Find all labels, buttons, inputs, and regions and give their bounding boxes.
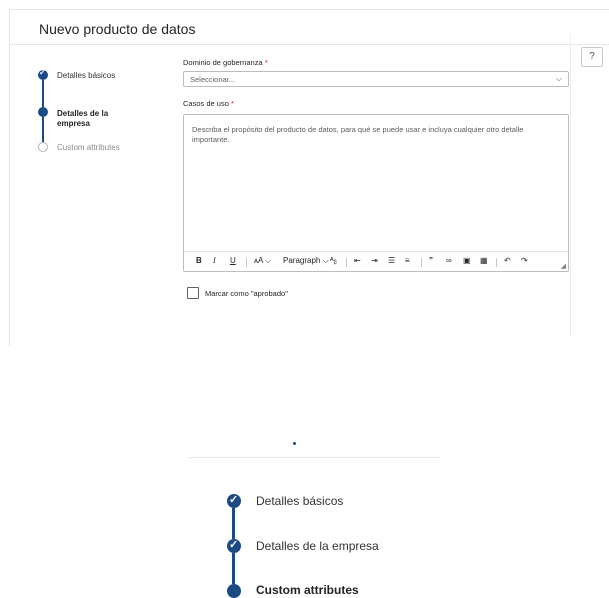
zoom-step-custom-attributes[interactable]: Custom attributes xyxy=(256,583,359,597)
use-cases-editor[interactable]: Describa el propósito del producto de da… xyxy=(183,114,569,272)
approved-checkbox-label: Marcar como "aprobado" xyxy=(205,289,288,298)
panel-header: Nuevo producto de datos xyxy=(10,10,609,45)
numbered-list-icon[interactable]: ≡ xyxy=(405,256,410,265)
outdent-icon[interactable]: ⇤ xyxy=(354,256,361,265)
toolbar-separator xyxy=(421,258,422,267)
approved-checkbox[interactable] xyxy=(187,287,199,299)
checkmark-icon: ✓ xyxy=(38,68,48,80)
step-business-details[interactable]: Detalles de la empresa xyxy=(57,109,127,129)
use-cases-label: Casos de uso * xyxy=(183,99,234,108)
indent-icon[interactable]: ⇥ xyxy=(371,256,378,265)
select-value: Seleccionar... xyxy=(190,75,236,84)
highlight-button[interactable]: ᴬᵦ xyxy=(330,256,337,265)
pending-step-icon xyxy=(38,142,48,152)
required-mark: * xyxy=(264,58,268,67)
step-connector xyxy=(42,117,44,142)
required-mark: * xyxy=(230,99,234,108)
undo-icon[interactable]: ↶ xyxy=(504,256,511,265)
dot-marker xyxy=(293,442,296,445)
redo-icon[interactable]: ↷ xyxy=(521,256,528,265)
use-cases-label-text: Casos de uso xyxy=(183,99,229,108)
current-step-icon xyxy=(38,107,48,117)
resize-handle-icon[interactable]: ◢ xyxy=(561,262,566,270)
quote-icon[interactable]: ” xyxy=(429,256,433,265)
step-connector xyxy=(232,508,235,539)
chevron-down-icon: ⌵ xyxy=(555,74,562,83)
step-custom-attributes[interactable]: Custom attributes xyxy=(57,143,120,152)
toolbar-separator xyxy=(246,258,247,267)
zoom-step-business-details[interactable]: Detalles de la empresa xyxy=(256,539,379,553)
bullet-list-icon[interactable]: ☰ xyxy=(388,256,395,265)
image-icon[interactable]: ▣ xyxy=(463,256,471,265)
font-size-dropdown[interactable]: ᴀA ⌵ xyxy=(254,256,271,266)
rich-text-toolbar: B I U ᴀA ⌵ Paragraph ⌵ ᴬᵦ ⇤ ⇥ ☰ ≡ ” ∞ ▣ … xyxy=(184,251,568,272)
link-icon[interactable]: ∞ xyxy=(446,256,452,265)
italic-button[interactable]: I xyxy=(213,256,216,265)
zoom-step-basic-details[interactable]: Detalles básicos xyxy=(256,494,343,508)
underline-button[interactable]: U xyxy=(230,256,236,265)
toolbar-separator xyxy=(346,258,347,267)
checkmark-icon: ✓ xyxy=(227,494,241,508)
paragraph-dropdown[interactable]: Paragraph ⌵ xyxy=(283,256,329,266)
governance-domain-label-text: Dominio de gobernanza xyxy=(183,58,263,67)
divider xyxy=(570,34,571,336)
governance-domain-label: Dominio de gobernanza * xyxy=(183,58,268,67)
bold-button[interactable]: B xyxy=(196,256,202,265)
table-icon[interactable]: ▦ xyxy=(480,256,488,265)
use-cases-placeholder: Describa el propósito del producto de da… xyxy=(192,125,524,144)
governance-domain-select[interactable]: Seleccionar... ⌵ xyxy=(183,71,569,87)
step-connector xyxy=(42,80,44,107)
toolbar-separator xyxy=(496,258,497,267)
current-step-icon xyxy=(227,584,241,598)
step-basic-details[interactable]: Detalles básicos xyxy=(57,71,115,80)
divider xyxy=(188,457,441,458)
question-circle-icon[interactable]: ? xyxy=(581,47,603,67)
panel-title: Nuevo producto de datos xyxy=(39,21,196,37)
step-connector xyxy=(232,553,235,584)
checkmark-icon: ✓ xyxy=(227,539,241,553)
